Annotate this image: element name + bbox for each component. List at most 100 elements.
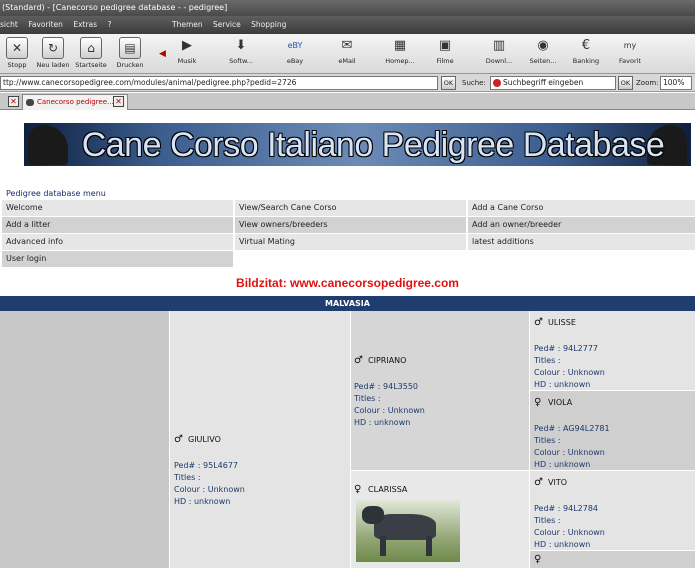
menu-row: User login	[0, 251, 695, 268]
menu-item-themen[interactable]: Themen	[172, 20, 203, 29]
email-button[interactable]: ✉ eMail	[330, 36, 364, 72]
menu-link-add-cane-corso[interactable]: Add a Cane Corso	[468, 200, 695, 216]
pages-button[interactable]: ◉ Seiten...	[526, 36, 560, 72]
menu-item-ansicht[interactable]: sicht	[0, 20, 18, 29]
menu-item-favoriten[interactable]: Favoriten	[28, 20, 63, 29]
close-all-tabs-icon[interactable]: ✕	[8, 96, 19, 107]
male-icon: ♂	[354, 355, 363, 366]
dog-name[interactable]: ♂ ULISSE	[534, 317, 576, 328]
play-icon: ▶	[182, 38, 192, 53]
zoom-label: Zoom:	[636, 79, 659, 87]
colour: Colour : Unknown	[174, 485, 245, 494]
homepage-icon: ▦	[393, 38, 407, 53]
toolbar-collapse-icon[interactable]: ◀	[159, 40, 166, 68]
menu-link-add-owner[interactable]: Add an owner/breeder	[468, 217, 695, 233]
dog-entry-ulisse[interactable]: ♂ ULISSE Ped# : 94L2777 Titles : Colour :…	[534, 317, 692, 389]
subject-column	[0, 311, 169, 568]
menu-link-latest-additions[interactable]: latest additions	[468, 234, 695, 250]
menu-link-advanced-info[interactable]: Advanced info	[2, 234, 233, 250]
print-button[interactable]: ▤ Drucken	[113, 36, 147, 72]
menu-link-view-owners[interactable]: View owners/breeders	[235, 217, 466, 233]
dog-name-text: CIPRIANO	[368, 356, 407, 365]
ped-number: Ped# : 94L2784	[534, 504, 599, 513]
dog-name[interactable]: ♂ CIPRIANO	[354, 355, 406, 366]
titles: Titles :	[174, 473, 201, 482]
menu-row: Add a litter View owners/breeders Add an…	[0, 217, 695, 234]
dog-entry-viola[interactable]: ♀ VIOLA Ped# : AG94L2781 Titles : Colour …	[534, 397, 692, 469]
homepage-button[interactable]: ▦ Homep...	[383, 36, 417, 72]
favorites-label: Favorit	[619, 57, 641, 65]
tab-bar: ✕ Canecorso pedigree... ✕	[0, 93, 695, 110]
url-input[interactable]: ttp://www.canecorsopedigree.com/modules/…	[0, 76, 438, 90]
url-ok-button[interactable]: OK	[441, 76, 456, 90]
ped-number: Ped# : AG94L2781	[534, 424, 610, 433]
colour: Colour : Unknown	[534, 528, 605, 537]
female-icon: ♀	[354, 484, 362, 495]
music-button[interactable]: ▶ Musik	[170, 36, 204, 72]
ped-number: Ped# : 95L4677	[174, 461, 239, 470]
male-icon: ♂	[534, 317, 543, 328]
address-bar: ttp://www.canecorsopedigree.com/modules/…	[0, 74, 695, 92]
menu-item-service[interactable]: Service	[213, 20, 241, 29]
dog-photo[interactable]	[356, 500, 460, 562]
menu-item-help[interactable]: ?	[107, 20, 111, 29]
menu-link-virtual-mating[interactable]: Virtual Mating	[235, 234, 466, 250]
menu-item-extras[interactable]: Extras	[73, 20, 97, 29]
banking-button[interactable]: € Banking	[569, 36, 603, 72]
home-label: Startseite	[75, 61, 107, 69]
favorites-button[interactable]: my Favorit	[613, 36, 647, 72]
dog-name[interactable]: ♀	[534, 554, 548, 565]
zoom-select[interactable]: 100%	[660, 76, 692, 90]
hd: HD : unknown	[534, 460, 591, 469]
titles: Titles :	[534, 516, 561, 525]
search-engine-icon	[493, 79, 501, 87]
search-input[interactable]: Suchbegriff eingeben	[490, 76, 616, 90]
dog-favicon-icon	[26, 99, 34, 106]
banking-label: Banking	[572, 57, 600, 65]
home-button[interactable]: ⌂ Startseite	[74, 36, 108, 72]
dog-entry-vito[interactable]: ♂ VITO Ped# : 94L2784 Titles : Colour : U…	[534, 477, 692, 549]
menu-link-user-login[interactable]: User login	[2, 251, 233, 267]
dog-entry-cutoff[interactable]: ♀	[534, 554, 574, 568]
colour: Colour : Unknown	[534, 448, 605, 457]
dog-entry-clarissa[interactable]: ♀ CLARISSA	[354, 484, 524, 568]
dog-entry-giulivo[interactable]: ♂ GIULIVO Ped# : 95L4677 Titles : Colour …	[174, 434, 344, 514]
ped-number: Ped# : 94L3550	[354, 382, 419, 391]
reload-button[interactable]: ↻ Neu laden	[36, 36, 70, 72]
dog-name[interactable]: ♀ CLARISSA	[354, 484, 407, 495]
male-icon: ♂	[174, 434, 183, 445]
stop-icon: ✕	[6, 37, 28, 59]
dog-name[interactable]: ♂ VITO	[534, 477, 567, 488]
dog-name-text: VIOLA	[548, 398, 573, 407]
home-icon: ⌂	[80, 37, 102, 59]
films-label: Filme	[436, 57, 454, 65]
hd: HD : unknown	[354, 418, 411, 427]
tab-label: Canecorso pedigree...	[37, 98, 114, 106]
dog-name[interactable]: ♀ VIOLA	[534, 397, 572, 408]
menu-link-welcome[interactable]: Welcome	[2, 200, 233, 216]
software-label: Softw...	[229, 57, 253, 65]
search-ok-button[interactable]: OK	[618, 76, 633, 90]
my-icon: my	[623, 41, 637, 50]
menu-row: Welcome View/Search Cane Corso Add a Can…	[0, 200, 695, 217]
menu-item-shopping[interactable]: Shopping	[251, 20, 286, 29]
dog-name[interactable]: ♂ GIULIVO	[174, 434, 221, 445]
toolbar: ✕ Stopp ↻ Neu laden ⌂ Startseite ▤ Drucken ◀…	[0, 34, 695, 74]
dog-entry-cipriano[interactable]: ♂ CIPRIANO Ped# : 94L3550 Titles : Colour…	[354, 355, 524, 435]
email-label: eMail	[338, 57, 356, 65]
menu-heading: Pedigree database menu	[6, 189, 106, 198]
ebay-label: eBay	[286, 57, 304, 65]
films-button[interactable]: ▣ Filme	[428, 36, 462, 72]
ebay-button[interactable]: eBY eBay	[278, 36, 312, 72]
close-tab-icon[interactable]: ✕	[113, 96, 124, 107]
menu-link-view-search[interactable]: View/Search Cane Corso	[235, 200, 466, 216]
dog-name-text: VITO	[548, 478, 568, 487]
homepage-label: Homep...	[385, 57, 415, 65]
software-button[interactable]: ⬇ Softw...	[224, 36, 258, 72]
menu-link-add-litter[interactable]: Add a litter	[2, 217, 233, 233]
site-banner: Cane Corso Italiano Pedigree Database	[24, 123, 691, 166]
stop-button[interactable]: ✕ Stopp	[0, 36, 34, 72]
ebay-icon: eBY	[287, 41, 303, 50]
downloads-button[interactable]: ▥ Downl...	[482, 36, 516, 72]
dog-name-header: MALVASIA	[0, 296, 695, 311]
